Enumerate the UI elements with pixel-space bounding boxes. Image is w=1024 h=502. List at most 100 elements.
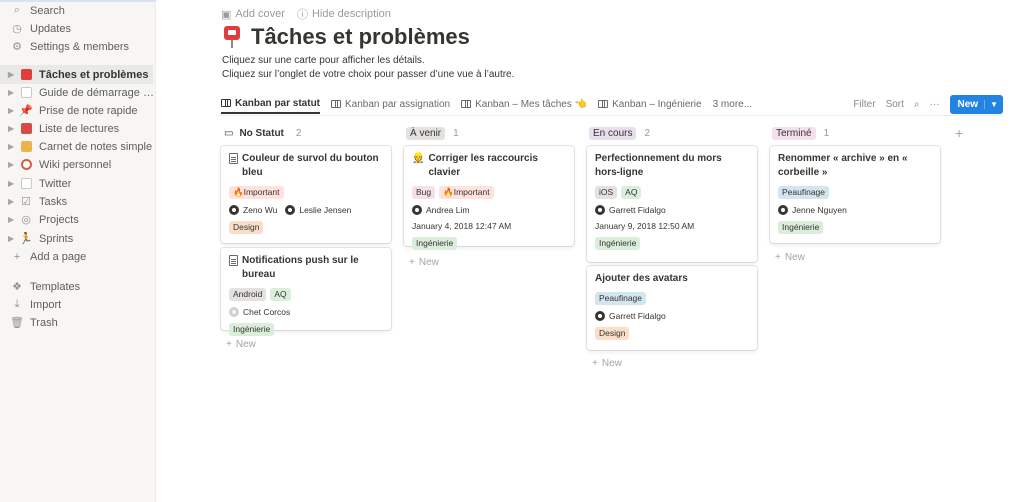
image-icon: ▣: [221, 8, 232, 21]
add-cover-button[interactable]: ▣ Add cover: [221, 6, 285, 22]
page-icon: [19, 177, 33, 191]
assignees: Garrett Fidalgo: [595, 205, 749, 215]
sidebar-page-guide[interactable]: ▶ Guide de démarrage sur...: [0, 83, 156, 102]
avatar: [595, 311, 605, 321]
tabs-divider: [221, 115, 1003, 116]
sidebar-page-label: Twitter: [39, 177, 72, 190]
chevron-right-icon[interactable]: ▶: [8, 215, 16, 224]
assignee-name: Jenne Nguyen: [792, 205, 847, 215]
new-label: New: [235, 339, 256, 350]
avatar: [285, 205, 296, 215]
card-date: January 9, 2018 12:50 AM: [595, 221, 695, 231]
assignee-name: Zeno Wu: [243, 205, 278, 215]
chevron-right-icon[interactable]: ▶: [8, 197, 16, 206]
chevron-right-icon[interactable]: ▶: [8, 142, 16, 151]
tab-kanban-statut[interactable]: Kanban par statut: [221, 94, 321, 114]
add-card-button[interactable]: + New: [409, 257, 439, 268]
assignee-name: Garrett Fidalgo: [609, 311, 666, 321]
sidebar-item-trash[interactable]: 🗑 Trash: [0, 313, 156, 332]
sidebar-item-search[interactable]: ⌕ Search: [0, 1, 156, 20]
sidebar-page-projects[interactable]: ▶ ◎ Projects: [0, 210, 156, 229]
book-icon: [19, 122, 33, 136]
tag-important: 🔥Important: [439, 186, 494, 199]
sidebar-add-page[interactable]: + Add a page: [0, 247, 156, 266]
trash-icon: 🗑: [10, 317, 24, 329]
board-card[interactable]: Perfectionnement du mors hors-ligne iOS …: [587, 146, 757, 262]
page-description: Cliquez sur une carte pour afficher les …: [222, 54, 514, 82]
board-card[interactable]: Couleur de survol du bouton bleu 🔥Import…: [221, 146, 391, 243]
info-icon: ⓘ: [296, 9, 308, 21]
sidebar-item-templates[interactable]: ❖ Templates: [0, 277, 156, 296]
sidebar-item-settings[interactable]: ⚙ Settings & members: [0, 37, 156, 56]
chevron-right-icon[interactable]: ▶: [8, 179, 16, 188]
tab-kanban-mes-taches[interactable]: Kanban – Mes tâches 👈: [461, 94, 587, 114]
board-card[interactable]: Notifications push sur le bureau Android…: [221, 248, 391, 336]
card-title: Notifications push sur le bureau: [229, 254, 383, 282]
sidebar-page-carnet[interactable]: ▶ Carnet de notes simple: [0, 137, 156, 156]
avatar: [778, 205, 788, 215]
chevron-right-icon[interactable]: ▶: [8, 234, 16, 243]
sidebar-item-updates[interactable]: ◷ Updates: [0, 19, 156, 38]
assignee-name: Leslie Jensen: [299, 205, 352, 215]
chevron-right-icon[interactable]: ▶: [8, 160, 16, 169]
column-name: No Statut: [239, 127, 284, 139]
plus-icon: +: [226, 339, 232, 350]
column-count: 1: [453, 127, 459, 139]
assignee-name: Garrett Fidalgo: [609, 205, 666, 215]
sidebar-page-label: Prise de note rapide: [39, 104, 138, 117]
add-group-button[interactable]: +: [955, 125, 963, 141]
tag-platform: iOS: [595, 186, 618, 199]
new-button[interactable]: New ▼: [949, 94, 1003, 114]
filter-button[interactable]: Filter: [853, 99, 875, 110]
sidebar-page-lectures[interactable]: ▶ Liste de lectures: [0, 119, 156, 138]
sidebar-page-label: Carnet de notes simple: [39, 140, 153, 153]
chevron-right-icon[interactable]: ▶: [8, 70, 16, 79]
sidebar-page-label: Projects: [39, 213, 79, 226]
avatar: [412, 205, 422, 215]
page-icon: [229, 153, 238, 164]
column-count: 1: [823, 127, 830, 139]
tag-bug: Bug: [412, 186, 436, 199]
sidebar-page-taches[interactable]: ▶ Tâches et problèmes: [0, 65, 153, 84]
pushpin-icon[interactable]: [221, 25, 243, 49]
search-icon[interactable]: ⌕: [914, 99, 920, 110]
sidebar-item-label: Import: [30, 298, 62, 311]
tab-kanban-ingenierie[interactable]: Kanban – Ingénierie: [598, 94, 702, 114]
sidebar-page-prise-de-note[interactable]: ▶ 📌 Prise de note rapide: [0, 101, 156, 120]
column-count: 2: [295, 127, 302, 139]
page-title-text[interactable]: Tâches et problèmes: [251, 24, 470, 50]
pin-icon: 📌: [19, 105, 33, 117]
chevron-right-icon[interactable]: ▶: [8, 106, 16, 115]
sidebar-page-sprints[interactable]: ▶ 🏃 Sprints: [0, 229, 156, 248]
sidebar-page-twitter[interactable]: ▶ Twitter: [0, 174, 156, 193]
tag-aq: AQ: [621, 186, 642, 199]
add-card-button[interactable]: + New: [226, 339, 256, 350]
assignees: Chet Corcos: [229, 307, 383, 317]
board-card[interactable]: Ajouter des avatars Peaufinage Garrett F…: [587, 266, 757, 350]
sidebar-item-import[interactable]: ⤓ Import: [0, 295, 156, 314]
card-title-text: Renommer « archive » en « corbeille »: [778, 153, 908, 178]
add-card-button[interactable]: + New: [592, 358, 622, 369]
board-card[interactable]: Renommer « archive » en « corbeille » Pe…: [770, 146, 940, 243]
tag-peaufinage: Peaufinage: [778, 186, 830, 199]
view-tabs: Kanban par statut Kanban par assignation…: [221, 94, 763, 114]
tab-more[interactable]: 3 more...: [713, 94, 752, 114]
board-card[interactable]: 👷 Corriger les raccourcis clavier Bug 🔥Im…: [404, 146, 574, 250]
board-icon: [598, 100, 609, 108]
chevron-right-icon[interactable]: ▶: [8, 88, 16, 97]
sidebar-page-tasks[interactable]: ▶ ☑ Tasks: [0, 192, 156, 211]
sort-button[interactable]: Sort: [886, 99, 904, 110]
more-options-button[interactable]: ···: [930, 99, 940, 110]
avatar: [229, 307, 239, 317]
card-title-text: Couleur de survol du bouton bleu: [242, 153, 379, 178]
sidebar-page-label: Sprints: [39, 232, 74, 245]
chevron-right-icon[interactable]: ▶: [8, 124, 16, 133]
hide-description-button[interactable]: ⓘ Hide description: [297, 6, 391, 22]
tab-kanban-assignation[interactable]: Kanban par assignation: [331, 94, 450, 114]
clock-icon: ◷: [12, 23, 22, 35]
add-card-button[interactable]: + New: [775, 252, 805, 263]
chevron-down-icon[interactable]: ▼: [984, 99, 1003, 109]
card-title: Couleur de survol du bouton bleu: [229, 152, 383, 180]
sidebar-page-wiki[interactable]: ▶ Wiki personnel: [0, 155, 156, 174]
tag-team: Ingénierie: [595, 237, 641, 250]
